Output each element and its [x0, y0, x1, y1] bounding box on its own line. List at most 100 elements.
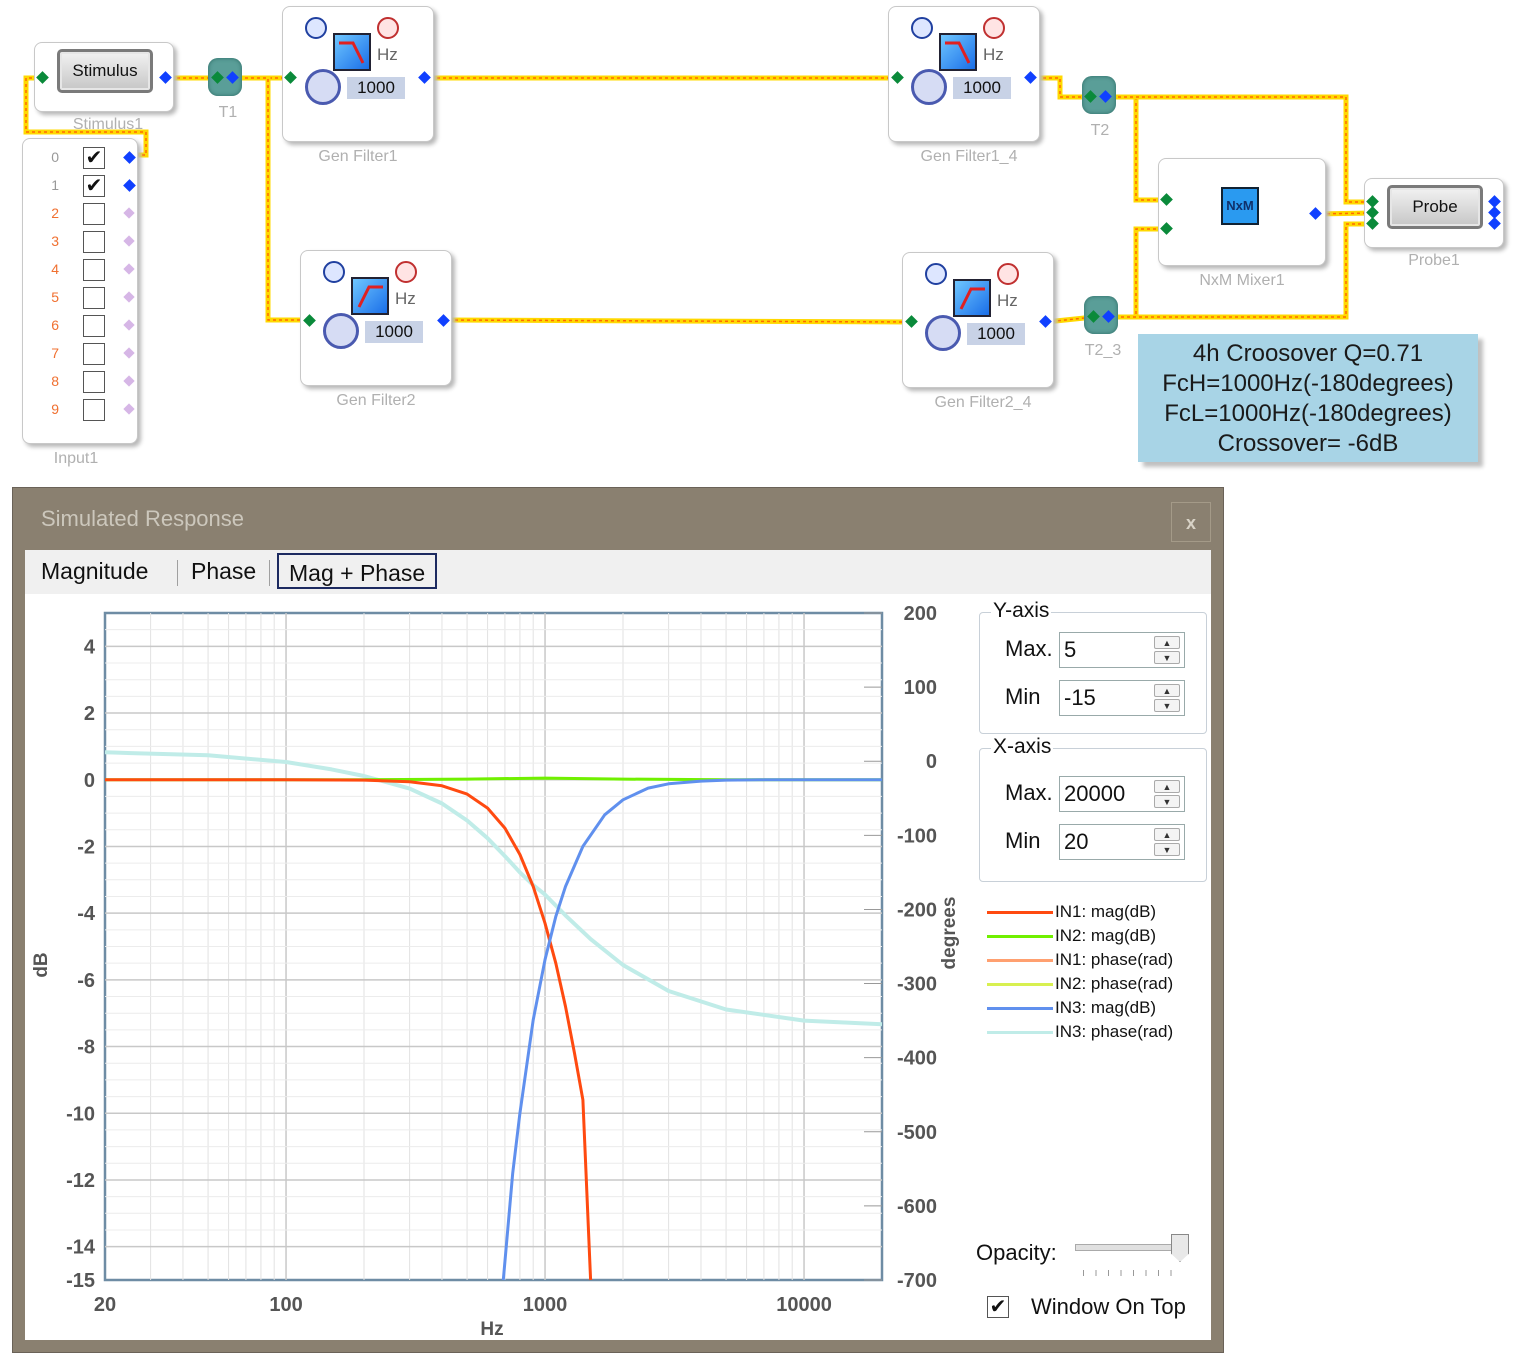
gen-filter2-4-block[interactable]: Hz 1000 [902, 252, 1054, 388]
y2-tick-label: -100 [897, 825, 937, 847]
input-channel-output-port[interactable] [123, 151, 136, 164]
input-channel-output-port[interactable] [123, 375, 135, 387]
probe-button[interactable]: Probe [1387, 185, 1483, 229]
input-channel-checkbox[interactable]: ✔ [83, 147, 105, 169]
frequency-value[interactable]: 1000 [347, 77, 405, 99]
spin-down-icon[interactable]: ▼ [1154, 699, 1180, 712]
spin-down-icon[interactable]: ▼ [1154, 651, 1180, 664]
input-channel-checkbox[interactable] [83, 371, 105, 393]
input-channel-checkbox[interactable] [83, 343, 105, 365]
y-max-input[interactable] [1062, 635, 1154, 665]
stimulus-button[interactable]: Stimulus [57, 49, 153, 93]
gen-filter1-block[interactable]: Hz 1000 [282, 6, 434, 142]
x-max-spin-buttons[interactable]: ▲ ▼ [1154, 780, 1180, 808]
nxm-mixer-label: NxM Mixer1 [1199, 272, 1285, 289]
tab-phase[interactable]: Phase [181, 553, 266, 589]
y2-axis-label: degrees [939, 897, 960, 970]
probe-block[interactable]: Probe [1364, 178, 1504, 248]
spin-down-icon[interactable]: ▼ [1154, 795, 1180, 808]
power-icon[interactable] [305, 17, 327, 39]
nxm-mixer-block[interactable]: NxM [1158, 158, 1326, 266]
gen-filter1-4-label: Gen Filter1_4 [920, 148, 1018, 165]
power-icon[interactable] [911, 17, 933, 39]
y-max-spinbox[interactable]: ▲▼ [1059, 632, 1185, 668]
x-min-spin-buttons[interactable]: ▲ ▼ [1154, 828, 1180, 856]
simulated-response-window[interactable]: Simulated Response x Magnitude Phase Mag… [12, 487, 1224, 1353]
power-icon[interactable] [323, 261, 345, 283]
y-tick-label: -4 [77, 903, 96, 925]
x-min-input[interactable] [1062, 827, 1154, 857]
input-channel-number: 4 [51, 261, 59, 277]
y-tick-label: -2 [77, 836, 95, 858]
window-close-button[interactable]: x [1171, 502, 1211, 542]
frequency-adjust-icon[interactable] [911, 69, 947, 105]
frequency-value[interactable]: 1000 [365, 321, 423, 343]
y-min-input[interactable] [1062, 683, 1154, 713]
input-channel-output-port[interactable] [123, 263, 135, 275]
input-channel-output-port[interactable] [123, 347, 135, 359]
input-channel-checkbox[interactable] [83, 231, 105, 253]
tee-t2-label: T2 [1090, 122, 1110, 139]
gen-filter2-block[interactable]: Hz 1000 [300, 250, 452, 386]
input-channel-checkbox[interactable] [83, 259, 105, 281]
legend-item: IN3: mag(dB) [987, 998, 1156, 1018]
frequency-value[interactable]: 1000 [953, 77, 1011, 99]
window-on-top-checkbox[interactable]: ✔ [987, 1296, 1009, 1318]
spin-up-icon[interactable]: ▲ [1154, 684, 1180, 697]
sine-icon[interactable] [395, 261, 417, 283]
tab-mag-phase[interactable]: Mag + Phase [277, 553, 438, 589]
response-chart[interactable]: 20 100 1000 10000420-2-4-6-8-10-12-14-15200… [25, 594, 985, 1340]
y2-tick-label: -300 [897, 974, 937, 996]
input-block[interactable]: 0 ✔ 1 ✔ 2 3 4 5 6 7 8 9 [22, 138, 138, 444]
y-axis-group-title: Y-axis [991, 599, 1052, 623]
y-max-spin-buttons[interactable]: ▲ ▼ [1154, 636, 1180, 664]
input-channel-output-port[interactable] [123, 235, 135, 247]
frequency-adjust-icon[interactable] [925, 315, 961, 351]
tab-magnitude[interactable]: Magnitude [31, 553, 158, 589]
opacity-slider-thumb[interactable] [1171, 1234, 1189, 1262]
input-channel-output-port[interactable] [123, 319, 135, 331]
input-channel-number: 5 [51, 289, 59, 305]
y-min-spinbox[interactable]: ▲▼ [1059, 680, 1185, 716]
opacity-slider[interactable] [1075, 1234, 1189, 1278]
input-channel-checkbox[interactable] [83, 315, 105, 337]
input-channel-output-port[interactable] [123, 403, 135, 415]
x-min-spinbox[interactable]: ▲▼ [1059, 824, 1185, 860]
power-icon[interactable] [925, 263, 947, 285]
x-max-spinbox[interactable]: ▲▼ [1059, 776, 1185, 812]
legend-label: IN3: phase(rad) [1055, 1022, 1174, 1041]
legend-swatch [987, 983, 1053, 987]
frequency-adjust-icon[interactable] [323, 313, 359, 349]
y2-tick-label: 200 [904, 603, 937, 625]
spin-down-icon[interactable]: ▼ [1154, 843, 1180, 856]
input-channel-checkbox[interactable] [83, 203, 105, 225]
stimulus-block[interactable]: Stimulus [34, 42, 174, 112]
input-channel-output-port[interactable] [123, 291, 135, 303]
spin-up-icon[interactable]: ▲ [1154, 636, 1180, 649]
gen-filter1-4-block[interactable]: Hz 1000 [888, 6, 1040, 142]
window-on-top-label[interactable]: Window On Top [1031, 1294, 1186, 1320]
legend-item: IN2: mag(dB) [987, 926, 1156, 946]
annotation-note[interactable]: 4h Croosover Q=0.71 FcH=1000Hz(-180degre… [1138, 334, 1478, 462]
input-channel-checkbox[interactable] [83, 399, 105, 421]
x-axis-group-title: X-axis [991, 735, 1054, 759]
spin-up-icon[interactable]: ▲ [1154, 828, 1180, 841]
input-channel-checkbox[interactable]: ✔ [83, 175, 105, 197]
y-min-spin-buttons[interactable]: ▲ ▼ [1154, 684, 1180, 712]
spin-up-icon[interactable]: ▲ [1154, 780, 1180, 793]
input-channel-checkbox[interactable] [83, 287, 105, 309]
sine-icon[interactable] [983, 17, 1005, 39]
frequency-adjust-icon[interactable] [305, 69, 341, 105]
wire-8[interactable] [1106, 94, 1166, 203]
sine-icon[interactable] [377, 17, 399, 39]
input-channel-output-port[interactable] [123, 207, 135, 219]
x-max-input[interactable] [1062, 779, 1154, 809]
frequency-value[interactable]: 1000 [967, 323, 1025, 345]
sine-icon[interactable] [997, 263, 1019, 285]
highpass-curve-icon [357, 285, 383, 308]
lowpass-filter-icon [939, 33, 977, 71]
input-channel-output-port[interactable] [123, 179, 136, 192]
y-tick-label: -8 [77, 1037, 95, 1059]
input-channel-number: 2 [51, 205, 59, 221]
note-line-4: Crossover= -6dB [1217, 430, 1399, 457]
